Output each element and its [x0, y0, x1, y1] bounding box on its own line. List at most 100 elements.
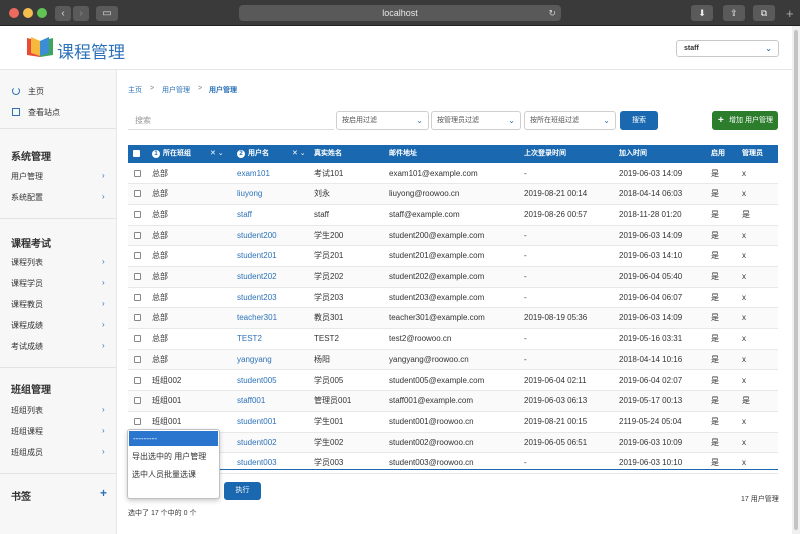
cell-joined: 2019-06-03 14:10: [619, 251, 683, 261]
add-bookmark-icon[interactable]: +: [100, 486, 107, 500]
row-checkbox[interactable]: [134, 231, 141, 239]
row-checkbox[interactable]: [134, 397, 141, 405]
sidebar-item-course-list[interactable]: 课程列表 ›: [11, 257, 105, 268]
url-bar[interactable]: localhost ↻: [239, 5, 561, 21]
row-checkbox[interactable]: [134, 169, 141, 177]
new-tab-icon[interactable]: +: [786, 6, 798, 21]
column-header-joined[interactable]: 加入时间: [619, 145, 647, 163]
cell-joined: 2019-05-17 00:13: [619, 396, 683, 406]
sidebar-item-exam-grades[interactable]: 考试成绩 ›: [11, 341, 105, 352]
sidebar-toggle-icon[interactable]: ▭: [96, 6, 118, 21]
breadcrumb-home[interactable]: 主页: [128, 85, 142, 95]
row-checkbox[interactable]: [134, 190, 141, 198]
cell-username[interactable]: teacher301: [237, 308, 277, 328]
sidebar-item-group-list[interactable]: 班组列表 ›: [11, 405, 105, 416]
cell-username[interactable]: student001: [237, 412, 277, 432]
search-input[interactable]: 搜索: [128, 112, 334, 130]
table-row: 总部 student202 学员202 student202@example.com -…: [128, 267, 778, 288]
row-checkbox[interactable]: [134, 335, 141, 343]
cell-email: liuyong@roowoo.cn: [389, 189, 460, 199]
row-checkbox[interactable]: [134, 376, 141, 384]
cell-last-login: -: [524, 230, 527, 240]
add-user-button[interactable]: + 增加 用户管理: [712, 111, 778, 130]
row-checkbox[interactable]: [134, 417, 141, 425]
tabs-icon[interactable]: ⧉: [753, 5, 775, 21]
row-checkbox[interactable]: [134, 252, 141, 260]
close-window-button[interactable]: [9, 8, 19, 18]
cell-username[interactable]: yangyang: [237, 350, 272, 370]
forward-button[interactable]: ›: [73, 6, 89, 21]
chevron-right-icon: ›: [102, 341, 105, 350]
row-checkbox[interactable]: [134, 314, 141, 322]
sidebar-item-group-members[interactable]: 班组成员 ›: [11, 447, 105, 458]
row-checkbox[interactable]: [134, 293, 141, 301]
sidebar-item-system-config[interactable]: 系统配置 ›: [11, 192, 105, 203]
cell-realname: 学员201: [314, 251, 344, 261]
cell-joined: 2019-06-04 05:40: [619, 272, 683, 281]
table-row: 总部 exam101 考试101 exam101@example.com - 2019-0…: [128, 164, 778, 185]
cell-last-login: 2019-08-21 00:15: [524, 416, 588, 426]
user-menu-select[interactable]: staff ⌄: [676, 40, 779, 57]
cell-email: teacher301@example.com: [389, 313, 485, 323]
minimize-window-button[interactable]: [23, 8, 33, 18]
column-header-group[interactable]: 1 所在班组: [152, 145, 191, 163]
sidebar-item-label: 课程教员: [11, 300, 43, 309]
cell-username[interactable]: student202: [237, 267, 277, 287]
column-header-username[interactable]: 2 用户名: [237, 145, 269, 163]
sidebar-item-view-site[interactable]: 查看站点: [28, 107, 60, 118]
filter-group-select[interactable]: 按所在班组过滤 ⌄: [524, 111, 616, 130]
cell-admin: x: [742, 354, 746, 364]
cell-username[interactable]: student003: [237, 453, 277, 473]
breadcrumb-app[interactable]: 用户管理: [162, 85, 190, 95]
cell-username[interactable]: staff001: [237, 391, 265, 411]
cell-username[interactable]: liuyong: [237, 184, 262, 204]
sidebar-item-group-courses[interactable]: 班组课程 ›: [11, 426, 105, 437]
column-header-enabled[interactable]: 启用: [711, 145, 725, 163]
column-header-realname[interactable]: 真实姓名: [314, 145, 342, 163]
search-button[interactable]: 搜索: [620, 111, 658, 130]
row-checkbox[interactable]: [134, 210, 141, 218]
cell-username[interactable]: student005: [237, 371, 277, 391]
cell-realname: 教员301: [314, 313, 344, 323]
sidebar-item-user-admin[interactable]: 用户管理 ›: [11, 171, 105, 182]
cell-username[interactable]: student203: [237, 288, 277, 308]
filter-admin-select[interactable]: 按管理员过滤 ⌄: [431, 111, 521, 130]
brand-title[interactable]: 课程管理: [57, 38, 125, 63]
cell-username[interactable]: student201: [237, 246, 277, 266]
share-icon[interactable]: ⇪: [723, 5, 745, 21]
sidebar-heading-courses: 课程考试: [11, 239, 51, 250]
cell-username[interactable]: student200: [237, 226, 277, 246]
cell-last-login: -: [524, 251, 527, 261]
row-checkbox[interactable]: [134, 273, 141, 280]
column-header-admin[interactable]: 管理员: [742, 145, 763, 163]
sidebar-item-course-teachers[interactable]: 课程教员 ›: [11, 299, 105, 310]
cell-username[interactable]: exam101: [237, 164, 270, 184]
row-checkbox[interactable]: [134, 355, 141, 363]
back-button[interactable]: ‹: [55, 6, 71, 21]
action-option-bulk-enroll[interactable]: 选中人员批量选课: [132, 469, 196, 480]
execute-button[interactable]: 执行: [224, 482, 261, 500]
zoom-window-button[interactable]: [37, 8, 47, 18]
reload-icon[interactable]: ↻: [548, 5, 556, 21]
action-option-export[interactable]: 导出选中的 用户管理: [132, 451, 206, 462]
action-dropdown[interactable]: --------- 导出选中的 用户管理 选中人员批量选课: [127, 429, 220, 499]
sidebar-item-home[interactable]: 主页: [28, 86, 44, 97]
action-option-placeholder[interactable]: ---------: [129, 431, 218, 446]
download-icon[interactable]: ⬇: [691, 5, 713, 21]
column-header-last-login[interactable]: 上次登录时间: [524, 145, 566, 163]
sort-toggle-icon[interactable]: ✕ ⌄: [210, 145, 224, 163]
cell-username[interactable]: student002: [237, 433, 277, 453]
table-row: 班组001 staff001 管理员001 staff001@example.com 2…: [128, 391, 778, 412]
cell-admin: x: [742, 334, 746, 344]
sidebar-item-course-grades[interactable]: 课程成绩 ›: [11, 320, 105, 331]
cell-username[interactable]: staff: [237, 205, 252, 225]
column-header-email[interactable]: 邮件地址: [389, 145, 417, 163]
sidebar-item-course-students[interactable]: 课程学员 ›: [11, 278, 105, 289]
breadcrumb-separator: >: [198, 85, 203, 92]
page-scrollbar[interactable]: [794, 30, 798, 530]
select-all-checkbox[interactable]: [133, 150, 140, 157]
cell-username[interactable]: TEST2: [237, 329, 262, 349]
breadcrumb-separator: >: [150, 85, 155, 92]
filter-enabled-select[interactable]: 按启用过滤 ⌄: [336, 111, 429, 130]
sort-toggle-icon[interactable]: ✕ ⌄: [292, 145, 306, 163]
